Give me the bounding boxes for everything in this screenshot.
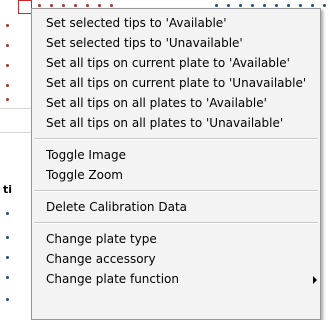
tip-dot — [38, 4, 41, 7]
menu-item[interactable]: Delete Calibration Data — [32, 197, 320, 217]
menu-item[interactable]: Change plate type — [32, 229, 320, 249]
menu-item-label: Toggle Image — [46, 148, 126, 162]
menu-item-label: Change accessory — [46, 252, 156, 266]
tip-dot — [62, 4, 65, 7]
menu-item[interactable]: Toggle Image — [32, 145, 320, 165]
tip-dot — [6, 298, 9, 301]
menu-item[interactable]: Set selected tips to 'Available' — [32, 13, 320, 33]
tip-dot — [6, 212, 9, 215]
tip-dot — [275, 4, 278, 7]
selected-tip-marker — [18, 0, 32, 14]
menu-item[interactable]: Set all tips on current plate to 'Availa… — [32, 53, 320, 73]
menu-item[interactable]: Set all tips on all plates to 'Unavailab… — [32, 113, 320, 133]
context-menu: Set selected tips to 'Available' Set sele… — [31, 8, 321, 320]
menu-item[interactable]: Change accessory — [32, 249, 320, 269]
tip-dot — [98, 4, 101, 7]
tip-dot — [6, 44, 9, 47]
tip-dot — [239, 4, 242, 7]
tip-dot — [311, 4, 314, 7]
tip-dot — [251, 4, 254, 7]
menu-item-label: Set selected tips to 'Unavailable' — [46, 36, 243, 50]
menu-item-label: Set all tips on current plate to 'Unavai… — [46, 76, 307, 90]
menu-item-label: Delete Calibration Data — [46, 200, 187, 214]
menu-item[interactable]: Set selected tips to 'Unavailable' — [32, 33, 320, 53]
tip-dot — [287, 4, 290, 7]
tip-dot — [227, 4, 230, 7]
menu-separator — [34, 222, 318, 224]
menu-item-label: Set all tips on all plates to 'Available… — [46, 96, 267, 110]
submenu-arrow-icon — [313, 276, 317, 284]
tip-dot — [6, 98, 9, 101]
menu-separator — [34, 190, 318, 192]
menu-item[interactable]: Set all tips on current plate to 'Unavai… — [32, 73, 320, 93]
background-partial-label: ti — [3, 183, 13, 196]
menu-item[interactable]: Toggle Zoom — [32, 165, 320, 185]
menu-item-label: Change plate function — [46, 272, 179, 286]
tip-dot — [6, 276, 9, 279]
tip-dot — [6, 24, 9, 27]
tip-dot — [6, 64, 9, 67]
menu-item[interactable]: Change plate function — [32, 269, 320, 289]
tip-dot — [6, 256, 9, 259]
menu-item-label: Set all tips on current plate to 'Availa… — [46, 56, 290, 70]
tip-dot — [86, 4, 89, 7]
tip-dot — [6, 84, 9, 87]
tip-dot — [299, 4, 302, 7]
menu-item-label: Set all tips on all plates to 'Unavailab… — [46, 116, 284, 130]
tip-dot — [215, 4, 218, 7]
tip-dot — [74, 4, 77, 7]
tip-dot — [6, 236, 9, 239]
tip-dot — [110, 4, 113, 7]
tip-dot — [323, 4, 326, 7]
menu-item-label: Change plate type — [46, 232, 157, 246]
menu-item[interactable]: Set all tips on all plates to 'Available… — [32, 93, 320, 113]
menu-item-label: Set selected tips to 'Available' — [46, 16, 227, 30]
tip-dot — [263, 4, 266, 7]
tip-dot — [50, 4, 53, 7]
menu-separator — [34, 138, 318, 140]
menu-item-label: Toggle Zoom — [46, 168, 123, 182]
